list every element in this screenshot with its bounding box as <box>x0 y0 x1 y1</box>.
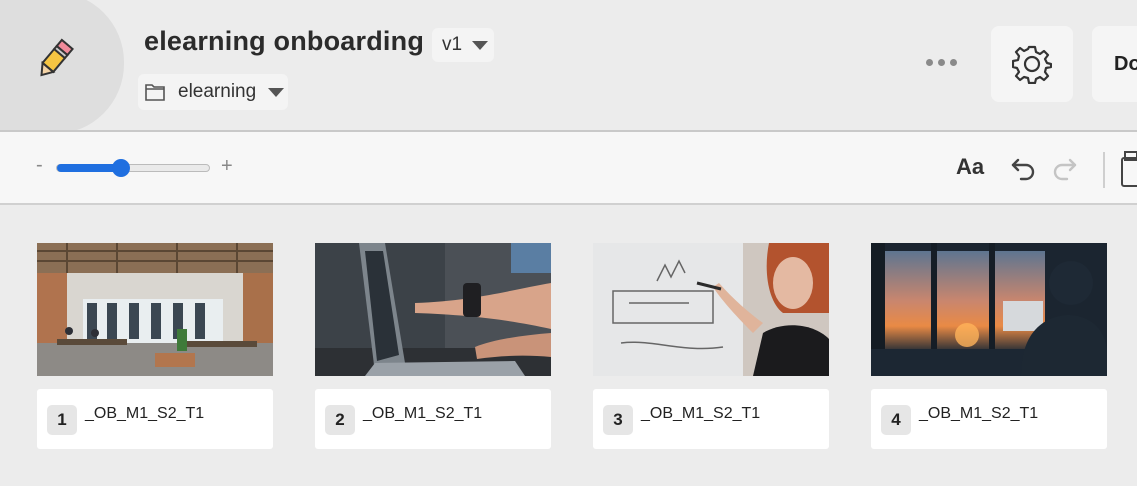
zoom-slider[interactable] <box>56 159 210 177</box>
redo-button[interactable] <box>1050 154 1078 187</box>
version-label: v1 <box>442 34 463 55</box>
more-options-button[interactable] <box>926 52 964 72</box>
slide-number-badge: 2 <box>325 405 355 435</box>
top-bar: elearning onboarding v1 elearning Do <box>0 0 1137 134</box>
slide-label: _OB_M1_S2_T1 <box>363 405 483 422</box>
redo-icon <box>1053 158 1077 181</box>
slide-number-badge: 3 <box>603 405 633 435</box>
slide-caption[interactable]: 3 _OB_M1_S2_T1 <box>593 389 829 449</box>
slide-card[interactable]: 2 _OB_M1_S2_T1 <box>315 243 551 449</box>
folder-label: elearning <box>178 81 257 102</box>
zoom-out-button[interactable]: - <box>36 154 43 177</box>
slide-label: _OB_M1_S2_T1 <box>85 405 205 422</box>
laptop-photo <box>315 243 551 376</box>
slide-card[interactable]: 3 _OB_M1_S2_T1 <box>593 243 829 449</box>
slide-label: _OB_M1_S2_T1 <box>641 405 761 422</box>
undo-button[interactable] <box>1010 154 1038 187</box>
clipboard-icon <box>1121 151 1137 187</box>
folder-dropdown[interactable]: elearning <box>138 74 288 110</box>
chevron-down-icon <box>268 87 285 97</box>
version-dropdown[interactable]: v1 <box>432 28 494 62</box>
whiteboard-photo <box>593 243 829 376</box>
slide-number-badge: 4 <box>881 405 911 435</box>
slide-caption[interactable]: 2 _OB_M1_S2_T1 <box>315 389 551 449</box>
slide-number-badge: 1 <box>47 405 77 435</box>
pencil-icon <box>40 38 74 77</box>
slide-card[interactable]: 4 _OB_M1_S2_T1 <box>871 243 1107 449</box>
slide-caption[interactable]: 4 _OB_M1_S2_T1 <box>871 389 1107 449</box>
slide-grid: 1 _OB_M1_S2_T1 2 _OB_M1_S2_T1 3 _OB_M1_S… <box>0 243 1137 453</box>
slide-thumbnail[interactable] <box>315 243 551 376</box>
project-title: elearning onboarding <box>144 26 425 56</box>
done-button[interactable]: Do <box>1092 26 1137 102</box>
folder-icon <box>145 84 165 101</box>
toolbar: - + Aa <box>0 130 1137 205</box>
toolbar-divider <box>1103 152 1105 188</box>
text-style-button[interactable]: Aa <box>956 154 984 180</box>
more-dots-icon <box>926 58 933 66</box>
undo-icon <box>1011 158 1035 181</box>
sunset-window-photo <box>871 243 1107 376</box>
office-photo <box>37 243 273 376</box>
slide-caption[interactable]: 1 _OB_M1_S2_T1 <box>37 389 273 449</box>
app-logo[interactable] <box>0 0 124 134</box>
clipboard-button[interactable] <box>1120 150 1137 195</box>
slide-thumbnail[interactable] <box>37 243 273 376</box>
settings-button[interactable] <box>991 26 1073 102</box>
slide-thumbnail[interactable] <box>871 243 1107 376</box>
slide-label: _OB_M1_S2_T1 <box>919 405 1039 422</box>
gear-icon <box>1012 45 1052 84</box>
zoom-in-button[interactable]: + <box>221 155 233 178</box>
slide-card[interactable]: 1 _OB_M1_S2_T1 <box>37 243 273 449</box>
zoom-slider-handle[interactable] <box>111 159 130 177</box>
chevron-down-icon <box>472 40 489 50</box>
slide-thumbnail[interactable] <box>593 243 829 376</box>
